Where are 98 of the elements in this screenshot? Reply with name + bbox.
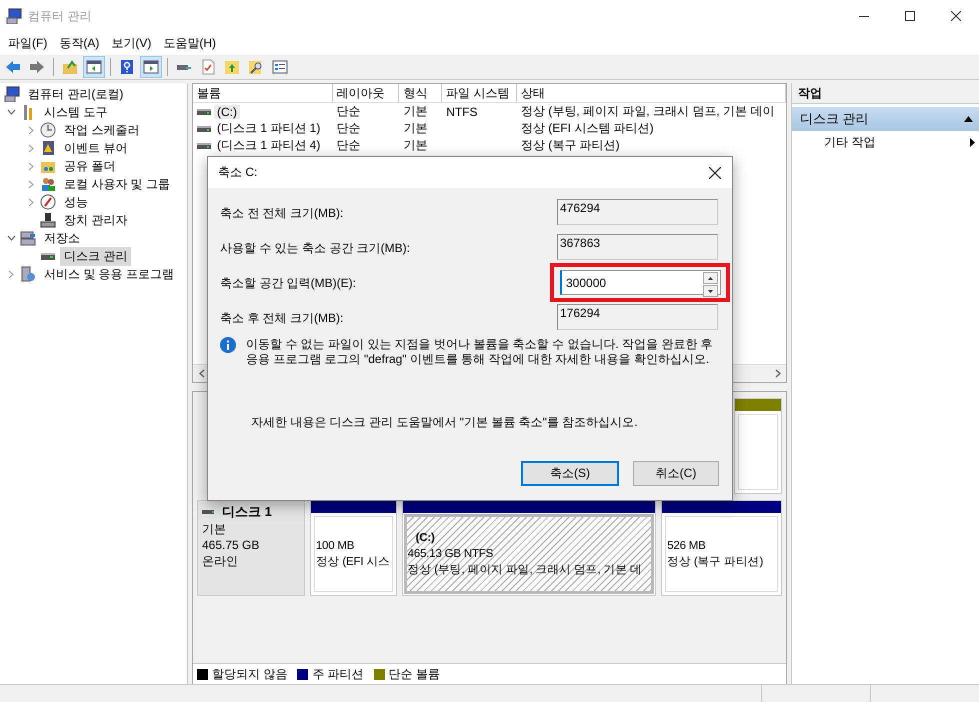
dialog-button[interactable]: 축소(S) [521, 461, 619, 486]
dialog-title: 축소 C: [218, 164, 258, 181]
table-cell-text: 정상 (EFI 시스템 파티션) [520, 120, 655, 137]
field-label: 사용할 수 있는 축소 공간 크기(MB): [220, 240, 410, 257]
partition-block[interactable] [734, 398, 782, 494]
table-cell-text: 기본 [402, 103, 428, 120]
dialog-button[interactable]: 취소(C) [633, 461, 719, 486]
column-header[interactable]: 레이아웃 [332, 84, 400, 102]
partition-name: (C:) [414, 531, 436, 546]
disk-info: 기본 [202, 521, 227, 537]
checklist-icon [200, 59, 216, 75]
partition-block[interactable]: 526 MB 정상 (복구 파티션) [661, 500, 782, 596]
users-icon [40, 176, 56, 192]
disk-info: 465.75 GB [202, 537, 260, 553]
panel-icon [86, 59, 102, 75]
services-icon [20, 266, 36, 282]
table-cell-text: 단순 [336, 120, 362, 137]
table-cell-text: 정상 (복구 파티션) [520, 137, 621, 154]
field-label: 축소 후 전체 크기(MB): [220, 310, 344, 327]
tree-item[interactable]: 성능 [60, 192, 92, 212]
menu-item[interactable]: 동작(A) [53, 35, 106, 52]
device-icon [40, 212, 56, 228]
drive-icon [197, 142, 211, 150]
event-log-icon [40, 140, 56, 156]
actions-header: 작업 [792, 83, 979, 104]
readonly-field: 176294 [557, 304, 718, 330]
table-cell-text: 단순 [336, 103, 362, 120]
volume-name[interactable]: (디스크 1 파티션 1) [214, 120, 324, 137]
field-label: 축소 전 전체 크기(MB): [220, 205, 344, 222]
disk-name: 디스크 1 [222, 503, 272, 521]
tree-item[interactable]: 이벤트 뷰어 [60, 138, 132, 158]
disk-label-card[interactable]: 디스크 1 기본 465.75 GB 온라인 [197, 500, 305, 596]
partition-block[interactable]: (C:) 465.13 GB NTFS 정상 (부팅, 페이지 파일, 크래시 덤프, 기본 데 [402, 500, 656, 596]
back-arrow-icon [5, 59, 21, 75]
clock-icon [40, 122, 56, 138]
partition-status: 정상 (복구 파티션) [667, 555, 764, 570]
window-title: 컴퓨터 관리 [28, 8, 92, 24]
drive-icon [197, 124, 211, 132]
list-icon [272, 59, 288, 75]
menu-item[interactable]: 보기(V) [105, 35, 158, 52]
legend-label: 주 파티션 [312, 666, 364, 682]
volume-name[interactable]: (디스크 1 파티션 4) [214, 137, 324, 154]
tree-item[interactable]: 작업 스케줄러 [60, 120, 144, 140]
spin-up-icon[interactable] [703, 272, 718, 284]
table-cell-text: 단순 [336, 137, 362, 154]
table-cell-text: 정상 (부팅, 페이지 파일, 크래시 덤프, 기본 데이 [520, 103, 776, 120]
legend-label: 단순 볼륨 [388, 666, 440, 682]
action-item[interactable]: 기타 작업 [792, 131, 979, 153]
forward-arrow-icon [29, 59, 45, 75]
size-input-field[interactable]: 300000 [560, 270, 721, 295]
partition-size: 465.13 GB NTFS [408, 547, 494, 562]
close-icon [709, 166, 721, 178]
menu-item[interactable]: 도움말(H) [157, 35, 222, 52]
tree-item[interactable]: 디스크 관리 [60, 246, 132, 266]
search-icon [248, 59, 264, 75]
disk-info: 온라인 [202, 553, 239, 569]
spin-down-icon[interactable] [703, 285, 718, 297]
submenu-arrow-icon [970, 138, 975, 146]
gauge-icon [40, 194, 56, 210]
menu-item[interactable]: 파일(F) [2, 35, 54, 52]
partition-block[interactable]: 100 MB 정상 (EFI 시스 [310, 500, 397, 596]
table-cell-text: NTFS [445, 104, 479, 118]
volume-name[interactable]: (C:) [214, 104, 240, 118]
tree-item[interactable]: 컴퓨터 관리(로컬) [24, 84, 128, 104]
toolbar-button[interactable] [140, 56, 162, 78]
tree-item[interactable]: 로컬 사용자 및 그룹 [60, 174, 174, 194]
tree-item[interactable]: 장치 관리자 [60, 210, 132, 230]
info-message: 이동할 수 없는 파일이 있는 지점을 벗어나 볼륨을 축소할 수 없습니다. 작업을 완료한 후 응용 프로그램 로그의 "defrag" 이벤트를 통해 작업에 대한 자세한 내용을 확인하십시오. [246, 337, 714, 367]
help-message: 자세한 내용은 디스크 관리 도움말에서 "기본 볼륨 축소"를 참조하십시오. [251, 414, 639, 431]
panel-icon [143, 59, 159, 75]
tree-item[interactable]: 서비스 및 응용 프로그램 [40, 264, 178, 284]
partition-size: 526 MB [667, 539, 707, 554]
field-label: 축소할 공간 입력(MB)(E): [220, 275, 356, 292]
toolbar-button[interactable] [83, 56, 105, 78]
computer-icon [4, 86, 20, 102]
partition-status: 정상 (EFI 시스 [316, 555, 391, 570]
action-section[interactable]: 디스크 관리 [792, 107, 979, 131]
readonly-field: 367863 [557, 234, 718, 260]
table-cell-text: 기본 [402, 137, 428, 154]
folder-up-icon [62, 59, 78, 75]
close-icon [951, 11, 961, 21]
help-icon [119, 59, 135, 75]
partition-status: 정상 (부팅, 페이지 파일, 크래시 덤프, 기본 데 [408, 563, 643, 578]
computer-icon [6, 8, 22, 24]
table-cell-text: 기본 [402, 120, 428, 137]
legend-label: 할당되지 않음 [212, 666, 288, 682]
readonly-field: 476294 [557, 199, 718, 225]
partition-size: 100 MB [316, 539, 356, 554]
drive-icon [197, 108, 211, 116]
storage-icon [20, 230, 36, 246]
folder-up-icon [224, 59, 240, 75]
tree-item[interactable]: 저장소 [40, 228, 84, 248]
maximize-icon [905, 11, 915, 21]
tree-item[interactable]: 공유 폴더 [60, 156, 120, 176]
disk-drive-icon [202, 508, 216, 516]
tree-item[interactable]: 시스템 도구 [40, 102, 112, 122]
info-icon [220, 337, 236, 353]
collapse-arrow-icon[interactable] [964, 116, 973, 122]
